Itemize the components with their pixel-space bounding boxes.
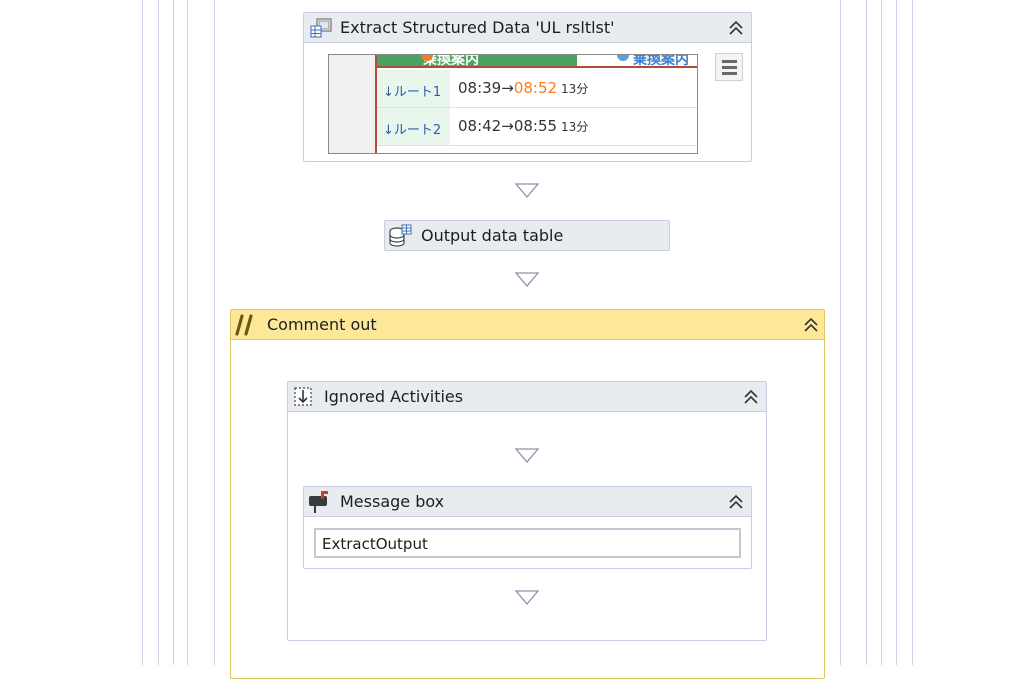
- container-guide-line: [187, 0, 188, 665]
- table-extract-icon: [310, 18, 332, 38]
- double-chevron-up-icon[interactable]: [742, 388, 760, 406]
- activity-title: Comment out: [267, 315, 377, 334]
- route-label-cell: ↓ルート2: [377, 108, 450, 145]
- double-chevron-up-icon[interactable]: [802, 316, 820, 334]
- target-preview-image: 乗換案内 乗換案内 ↓ルート1 08:39→08:52 13分 ↓ルート2 08:…: [328, 54, 698, 154]
- duration: 13分: [561, 120, 589, 134]
- drop-target-triangle-icon[interactable]: [514, 589, 540, 607]
- activity-title: Output data table: [421, 226, 564, 245]
- depart-time: 08:42: [458, 117, 502, 135]
- route-times: 08:39→08:52 13分: [458, 79, 588, 97]
- container-guide-line: [912, 0, 913, 665]
- container-guide-line: [866, 0, 867, 665]
- container-guide-line: [158, 0, 159, 665]
- preview-tab-badge-icon: [617, 55, 629, 61]
- arrive-time: 08:55: [513, 117, 558, 135]
- arrive-time: 08:52: [513, 79, 558, 97]
- activity-title: Extract Structured Data 'UL rsltlst': [340, 18, 615, 37]
- activity-header[interactable]: Comment out: [231, 310, 824, 340]
- preview-tab: 乗換案内: [577, 55, 697, 68]
- comment-slashes-icon: [235, 314, 253, 336]
- activity-header[interactable]: Message box: [304, 487, 751, 517]
- route-label: ↓ルート1: [383, 85, 442, 100]
- depart-time: 08:39: [458, 79, 502, 97]
- drop-target-triangle-icon[interactable]: [514, 182, 540, 200]
- time-arrow: →: [501, 117, 514, 135]
- preview-gutter: [329, 55, 377, 153]
- ignored-activities-icon: [294, 387, 312, 406]
- drop-target-triangle-icon[interactable]: [514, 447, 540, 465]
- container-guide-line: [173, 0, 174, 665]
- output-data-table-activity[interactable]: Output data table: [384, 220, 670, 251]
- route-row: ↓ルート2 08:42→08:55 13分: [377, 108, 697, 146]
- drop-target-triangle-icon[interactable]: [514, 271, 540, 289]
- database-table-icon: [389, 224, 412, 247]
- activity-header[interactable]: Ignored Activities: [288, 382, 766, 412]
- container-guide-line: [142, 0, 143, 665]
- message-box-activity[interactable]: Message box ExtractOutput: [303, 486, 752, 569]
- preview-tab-label: 乗換案内: [633, 54, 689, 68]
- container-guide-line: [840, 0, 841, 665]
- time-arrow: →: [501, 79, 514, 97]
- message-text-input[interactable]: ExtractOutput: [314, 528, 741, 558]
- activity-title: Message box: [340, 492, 445, 511]
- container-guide-line: [214, 0, 215, 665]
- extract-structured-data-activity[interactable]: Extract Structured Data 'UL rsltlst' 乗換案…: [303, 12, 752, 162]
- double-chevron-up-icon[interactable]: [727, 493, 745, 511]
- duration: 13分: [561, 82, 589, 96]
- preview-tabs: 乗換案内 乗換案内: [377, 55, 697, 68]
- hamburger-menu-icon[interactable]: [715, 53, 743, 81]
- double-chevron-up-icon[interactable]: [727, 19, 745, 37]
- route-row: ↓ルート1 08:39→08:52 13分: [377, 70, 697, 108]
- preview-tab: 乗換案内: [377, 55, 577, 68]
- route-label: ↓ルート2: [383, 123, 442, 138]
- activity-header[interactable]: Extract Structured Data 'UL rsltlst': [304, 13, 751, 43]
- route-times: 08:42→08:55 13分: [458, 117, 588, 135]
- container-guide-line: [896, 0, 897, 665]
- container-guide-line: [881, 0, 882, 665]
- activity-title: Ignored Activities: [324, 387, 464, 406]
- message-box-icon: [309, 491, 328, 513]
- route-label-cell: ↓ルート1: [377, 70, 450, 107]
